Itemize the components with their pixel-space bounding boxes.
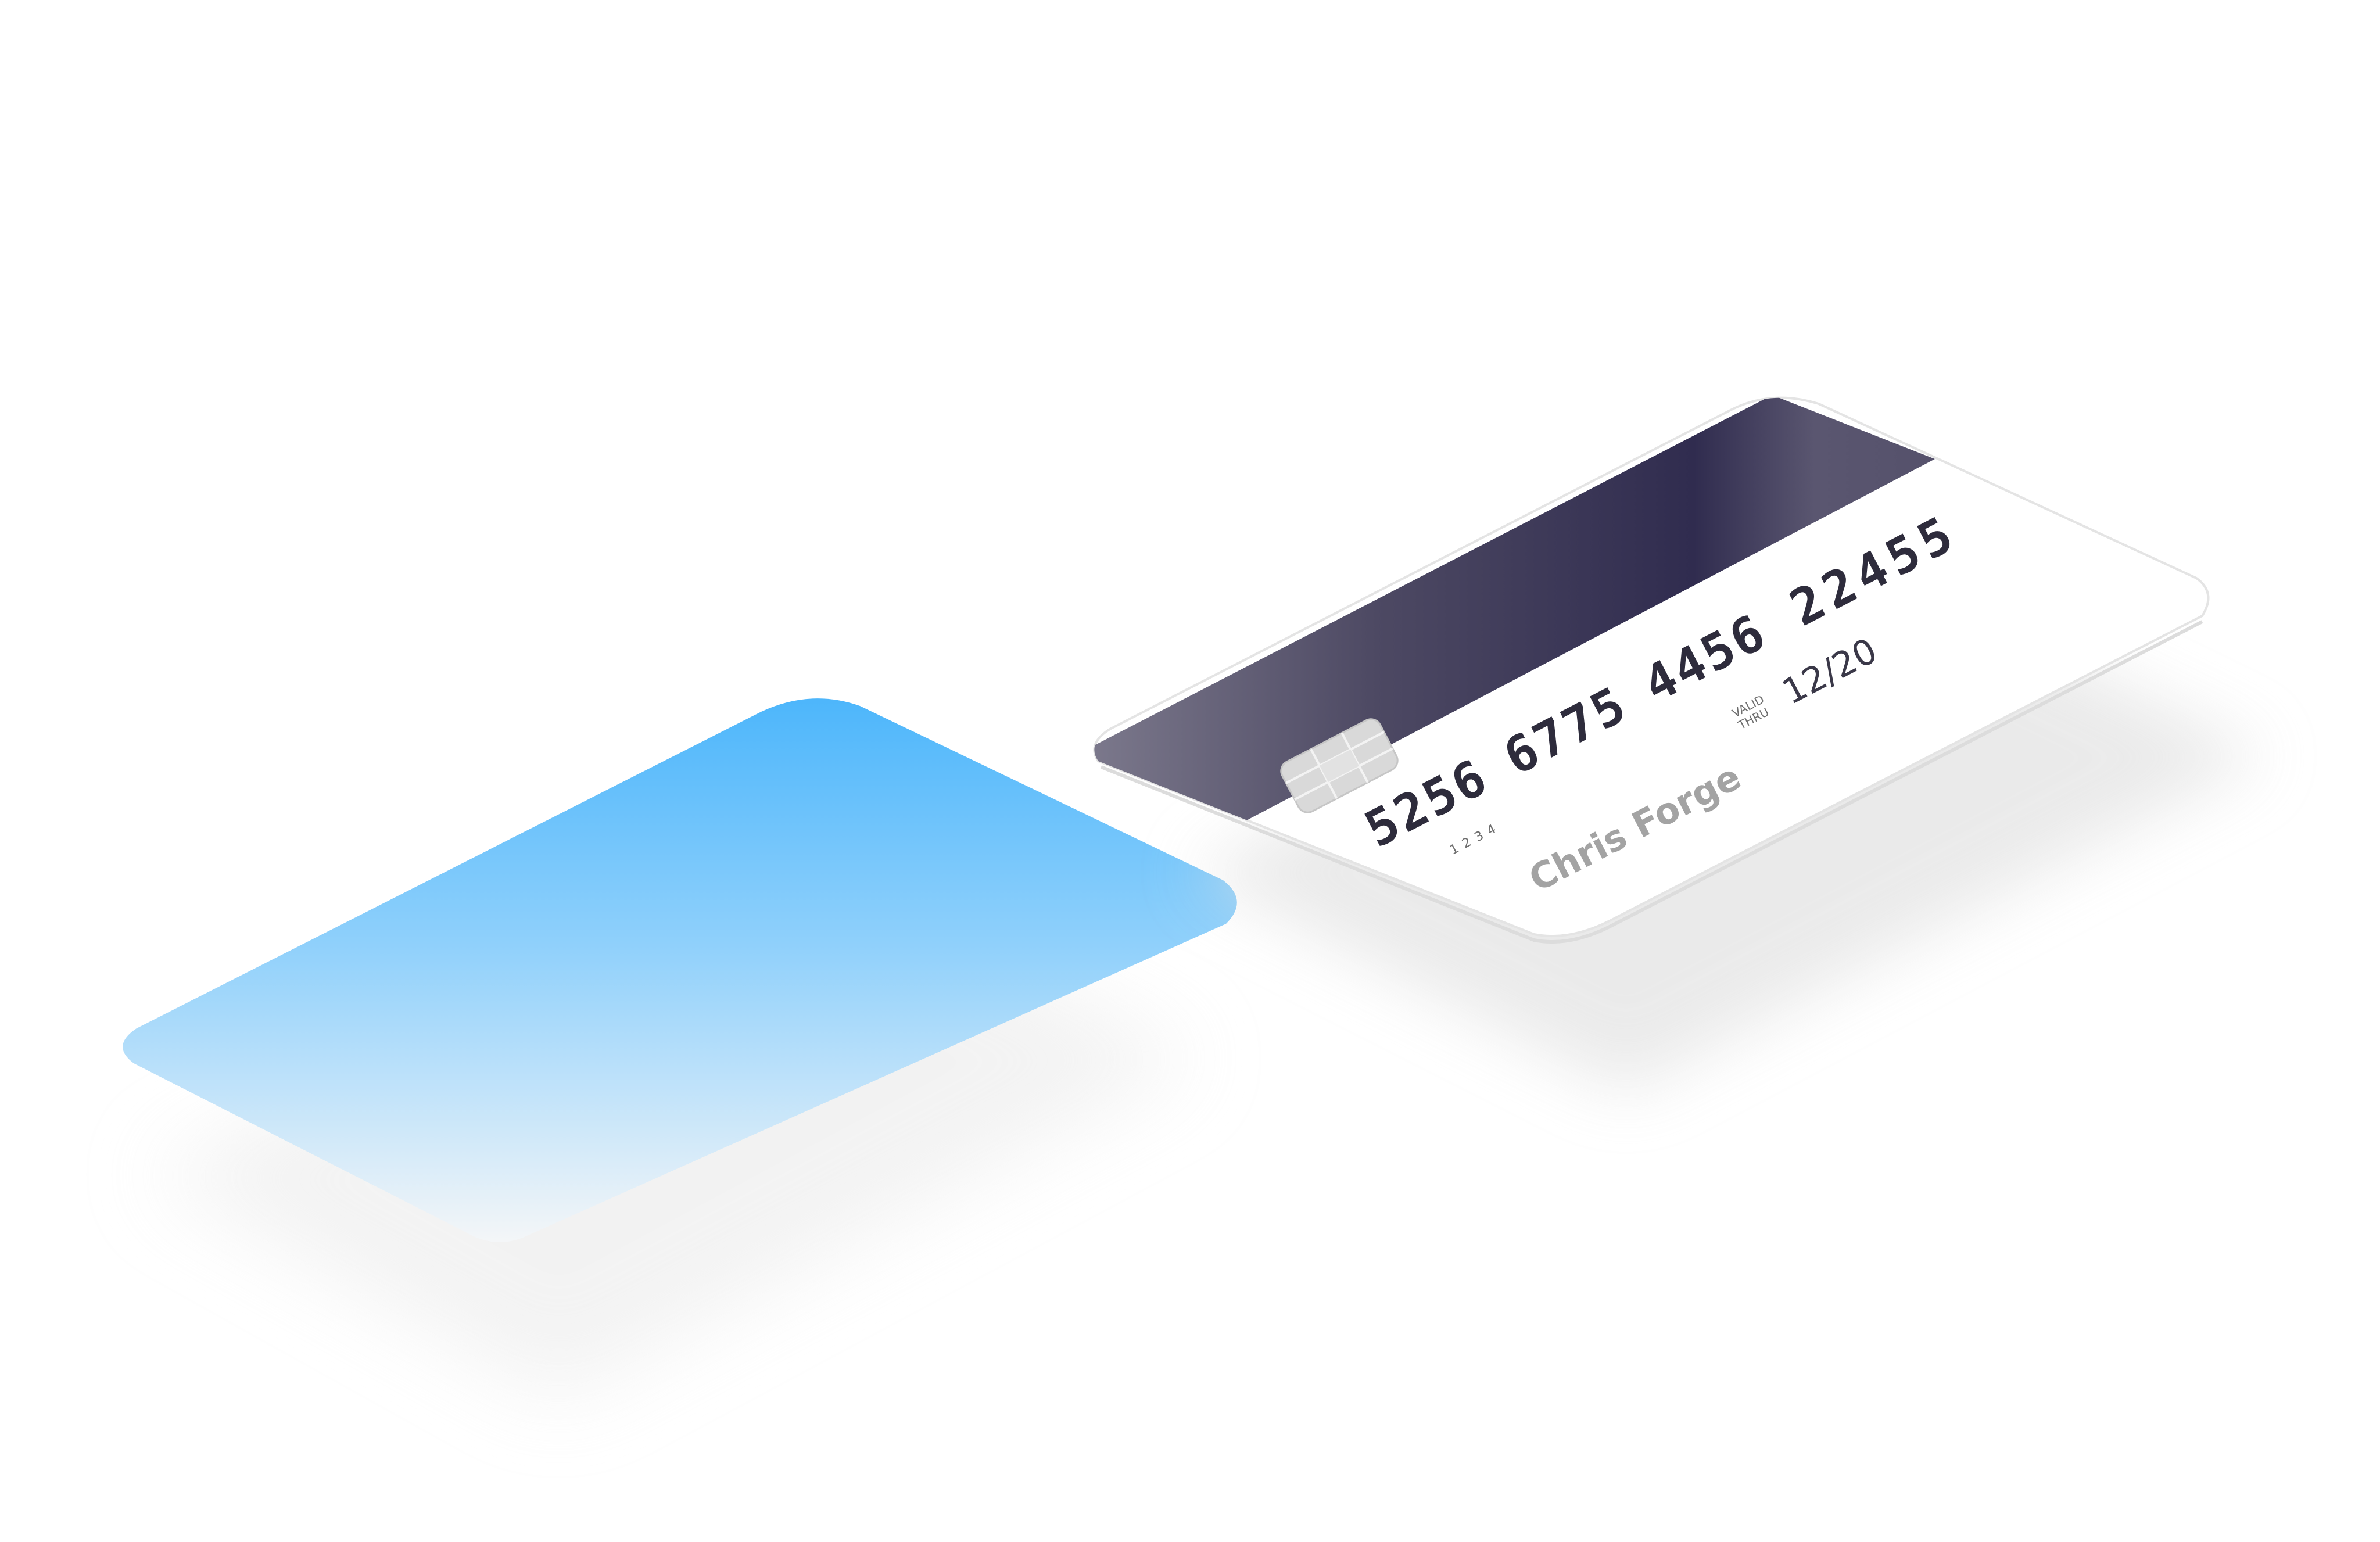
canvas: 5256 6775 4456 22455 1234 VALID THRU 12/…	[0, 0, 2380, 1542]
illustration: 5256 6775 4456 22455 1234 VALID THRU 12/…	[123, 396, 2266, 1400]
